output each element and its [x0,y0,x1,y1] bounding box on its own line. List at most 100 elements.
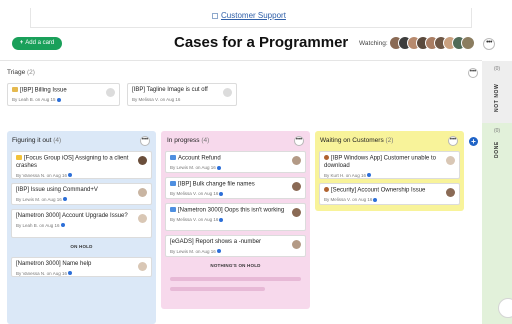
column-title: Waiting on Customers (2) [320,137,393,144]
card-title: [IBP] Issue using Command+V [16,187,98,193]
divider [0,60,482,61]
avatar[interactable] [446,188,455,197]
card-title: [Nametron 3000] Name help [16,261,92,267]
column-count: (4) [201,137,210,144]
card-title: [IBP] Billing Issue [20,87,67,94]
on-hold-divider: ON HOLD [70,244,93,249]
comment-dot-icon [216,165,221,170]
card-meta-text: By Leah B. on Aug 16 [16,222,60,228]
case-card[interactable]: [IBP Windows App] Customer unable to dow… [319,151,460,179]
triage-card[interactable]: [IBP] Billing Issue By Leah B. on Aug 15 [7,83,120,106]
card-meta: By Kurt H. on Aug 16 [324,172,443,180]
triage-label: Triage [7,69,26,76]
column-title: Figuring it out (4) [12,137,61,144]
card-title: [Focus Group iOS] Assigning to a client … [16,155,129,170]
column-title: In progress (4) [167,137,209,144]
card-meta-text: By Kurt H. on Aug 16 [324,172,367,178]
avatar[interactable] [138,188,147,197]
card-title: [Security] Account Ownership Issue [331,187,426,194]
card-title: [Nametron 3000] Oops this isn't working [178,207,285,214]
card-meta: By Melissa V. on Aug 16 [324,196,443,204]
comment-dot-icon [367,173,372,177]
card-meta: By Vanessa N. on Aug 16 [16,270,135,278]
triage-card[interactable]: [IBP] Tagline Image is cut off By Meliss… [127,83,237,106]
column-title-label: In progress [167,137,200,144]
avatar[interactable] [292,156,301,165]
card-meta-text: By Leah B. on Aug 15 [12,97,56,102]
face-icon [324,155,329,160]
comment-dot-icon [216,249,221,253]
card-meta: By Leah B. on Aug 15 [12,96,103,104]
number-3-icon [170,207,176,212]
board-title: Cases for a Programmer [174,34,349,51]
customer-support-label[interactable]: Customer Support [221,11,286,20]
column-more-button[interactable]: ••• [448,136,458,146]
on-hold-divider: NOTHING'S ON HOLD [210,263,261,268]
floating-action-icon[interactable] [498,298,512,318]
case-card[interactable]: [Nametron 3000] Name help By Vanessa N. … [11,257,152,277]
card-meta-text: By Lewis M. on Aug 16 [170,165,216,170]
comment-dot-icon [67,271,72,275]
watching-label: Watching: [359,40,388,47]
card-title: [IBP] Bulk change file names [178,181,255,188]
column-more-button[interactable]: ••• [140,136,150,146]
column-count: (4) [53,137,62,144]
triage-count: (2) [27,69,35,76]
card-title: [IBP] Tagline Image is cut off [132,87,208,93]
avatar[interactable] [461,36,475,50]
board-icon [212,13,218,19]
case-card[interactable]: [Nametron 3000] Account Upgrade Issue? B… [11,209,152,238]
board-more-button[interactable]: ••• [483,38,495,50]
case-card[interactable]: [Security] Account Ownership Issue By Me… [319,183,460,205]
avatar[interactable] [138,214,147,223]
avatar[interactable] [292,208,301,217]
comment-dot-icon [60,223,65,227]
triage-more-button[interactable]: ••• [468,68,478,78]
card-meta-text: By Vanessa N. on Aug 16 [16,172,67,178]
column-more-button[interactable]: ••• [294,136,304,146]
not-now-count: (0) [493,66,501,72]
avatar[interactable] [138,262,147,271]
case-card[interactable]: [IBP] Issue using Command+V By Lewis M. … [11,183,152,205]
done-count: (0) [493,128,501,134]
warning-icon [16,155,22,160]
avatar[interactable] [138,156,147,165]
card-meta-text: By Melissa V. on Aug 16 [170,217,219,222]
credit-card-icon [12,87,18,92]
avatar[interactable] [223,88,232,97]
customer-support-link[interactable]: Customer Support [212,11,286,20]
comment-dot-icon [219,191,224,196]
card-meta: By Lewis M. on Aug 16 [170,248,289,256]
card-meta-text: By Melissa V. on Aug 16 [324,197,373,202]
card-meta-text: By Lewis M. on Aug 16 [170,248,216,254]
avatar[interactable] [292,182,301,191]
column-title-label: Figuring it out [12,137,52,144]
add-card-label: Add a card [25,40,55,46]
face-icon [324,187,329,192]
number-2-icon [170,181,176,186]
avatar[interactable] [106,88,115,97]
triage-title: Triage (2) [7,69,35,76]
plus-icon: + [19,40,24,46]
card-meta-text: By Lewis M. on Aug 16 [16,196,62,202]
card-meta: By Leah B. on Aug 16 [16,222,135,230]
avatar[interactable] [446,156,455,165]
card-meta: By Vanessa N. on Aug 16 [16,172,135,180]
placeholder-bar [170,277,301,281]
case-card[interactable]: [Focus Group iOS] Assigning to a client … [11,151,152,179]
comment-dot-icon [373,197,378,202]
add-column-button[interactable]: + [469,137,478,146]
card-meta: By Melissa V. on Aug 16 [132,96,220,104]
case-card[interactable]: [IBP] Bulk change file names By Melissa … [165,177,306,199]
add-card-button[interactable]: + Add a card [12,37,62,50]
card-title: [Nametron 3000] Account Upgrade Issue? [16,213,128,219]
avatar[interactable] [292,240,301,249]
done-label: DONE [494,141,500,158]
case-card[interactable]: [Nametron 3000] Oops this isn't working … [165,203,306,231]
case-card[interactable]: [eGADS] Report shows a -number By Lewis … [165,235,306,257]
not-now-label: NOT NOW [494,83,500,112]
card-meta-text: By Melissa V. on Aug 16 [132,96,181,102]
card-title: [eGADS] Report shows a -number [170,239,262,245]
placeholder-bar [170,287,265,291]
case-card[interactable]: Account Refund By Lewis M. on Aug 16 [165,151,306,173]
